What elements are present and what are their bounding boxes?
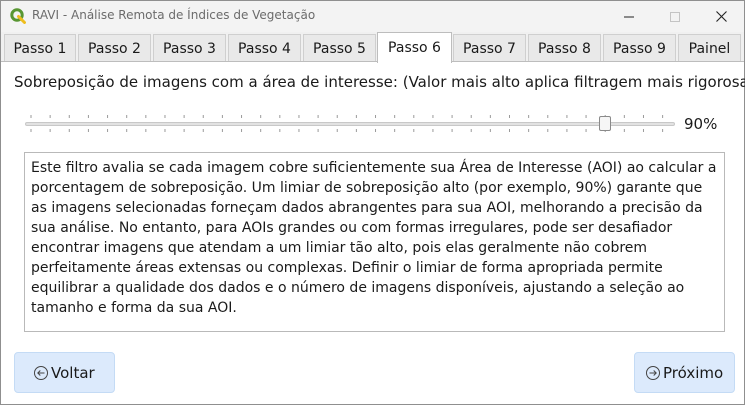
tab-passo-9[interactable]: Passo 9 [603,34,676,62]
maximize-icon [670,11,680,22]
close-icon [715,11,727,22]
maximize-button[interactable] [652,1,698,32]
tab-passo-7[interactable]: Passo 7 [453,34,526,62]
next-button-label: Próximo [663,363,724,382]
description-text[interactable]: Este filtro avalia se cada imagem cobre … [24,152,725,332]
dialog-window: RAVI - Análise Remota de Índices de Vege… [0,0,745,405]
arrow-right-circle-icon [646,365,660,380]
tab-passo-4[interactable]: Passo 4 [228,34,301,62]
window-title: RAVI - Análise Remota de Índices de Vege… [32,8,316,22]
slider-handle[interactable] [599,116,612,131]
slider-ticks [30,115,664,132]
slider-value-label: 90% [684,115,718,133]
minimize-icon [624,16,634,17]
qgis-icon [10,8,26,24]
title-bar[interactable]: RAVI - Análise Remota de Índices de Vege… [1,1,744,32]
arrow-left-circle-icon [34,365,48,380]
tab-passo-2[interactable]: Passo 2 [78,34,151,62]
overlap-heading: Sobreposição de imagens com a área de in… [14,73,745,91]
tab-passo-3[interactable]: Passo 3 [153,34,226,62]
overlap-slider[interactable] [25,112,675,134]
next-button[interactable]: Próximo [634,352,735,393]
back-button[interactable]: Voltar [14,352,115,393]
step-panel: Sobreposição de imagens com a área de in… [1,61,745,404]
tab-passo-1[interactable]: Passo 1 [4,34,76,62]
tab-passo-5[interactable]: Passo 5 [303,34,376,62]
minimize-button[interactable] [606,1,652,32]
step-tab-bar: Passo 1 Passo 2 Passo 3 Passo 4 Passo 5 … [1,32,744,63]
back-button-label: Voltar [51,363,95,382]
tab-passo-6[interactable]: Passo 6 [377,32,452,63]
tab-passo-8[interactable]: Passo 8 [528,34,601,62]
close-button[interactable] [698,1,744,32]
tab-painel[interactable]: Painel [678,34,741,62]
